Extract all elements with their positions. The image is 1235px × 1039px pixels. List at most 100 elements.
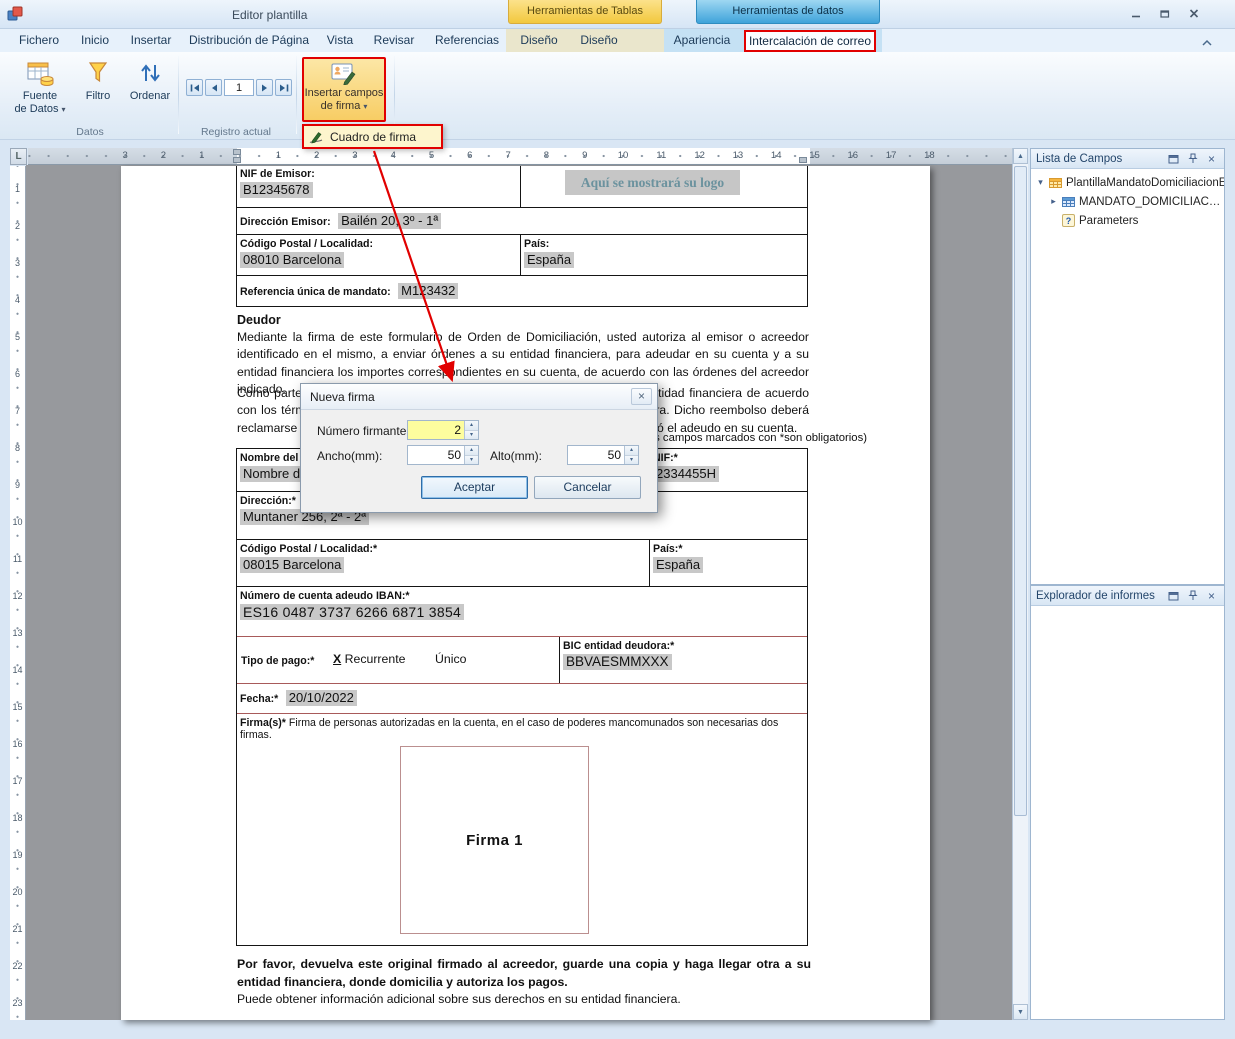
menu-item-cuadro-de-firma[interactable]: Cuadro de firma bbox=[304, 126, 441, 147]
float-panel-icon[interactable] bbox=[1166, 152, 1181, 166]
document-scrollbar[interactable]: ▲ ▼ bbox=[1012, 148, 1028, 1020]
last-record-icon[interactable] bbox=[275, 79, 292, 96]
spin-up-icon[interactable]: ▴ bbox=[465, 446, 478, 455]
pin-icon[interactable] bbox=[1185, 152, 1200, 166]
numero-firmante-input[interactable] bbox=[408, 421, 464, 439]
report-explorer-panel: Explorador de informes × bbox=[1030, 585, 1225, 1020]
cancelar-button[interactable]: Cancelar bbox=[534, 476, 641, 499]
next-record-icon[interactable] bbox=[256, 79, 273, 96]
close-panel-icon[interactable]: × bbox=[1204, 152, 1219, 166]
numero-firmante-label: Número firmante: bbox=[317, 424, 410, 438]
logo-placeholder[interactable]: Aquí se mostrará su logo bbox=[565, 170, 740, 195]
fecha-field[interactable]: 20/10/2022 bbox=[286, 690, 357, 706]
tipo-pago-unico-option[interactable]: Único bbox=[435, 652, 466, 666]
alto-input[interactable] bbox=[568, 446, 624, 464]
cp-deudor-label: Código Postal / Localidad:* bbox=[237, 540, 649, 555]
cp-emisor-field[interactable]: 08010 Barcelona bbox=[240, 252, 344, 268]
scroll-up-icon[interactable]: ▲ bbox=[1013, 148, 1028, 164]
restore-icon[interactable] bbox=[1154, 5, 1176, 22]
nif-emisor-field[interactable]: B12345678 bbox=[240, 182, 313, 198]
titlebar: Editor plantilla Herramientas de Tablas … bbox=[0, 0, 1235, 29]
dialog-close-icon[interactable]: × bbox=[631, 388, 652, 405]
ancho-label: Ancho(mm): bbox=[317, 449, 382, 463]
referencia-mandato-field[interactable]: M123432 bbox=[398, 283, 458, 299]
tab-fichero[interactable]: Fichero bbox=[16, 30, 62, 51]
tab-apariencia[interactable]: Apariencia bbox=[670, 30, 734, 51]
iban-field[interactable]: ES16 0487 3737 6266 6871 3854 bbox=[240, 604, 464, 620]
indent-marker-bottom[interactable] bbox=[233, 157, 241, 163]
group-separator bbox=[296, 56, 297, 134]
spin-down-icon[interactable]: ▾ bbox=[465, 455, 478, 465]
spin-down-icon[interactable]: ▾ bbox=[465, 430, 478, 440]
ancho-input[interactable] bbox=[408, 446, 464, 464]
dialog-titlebar[interactable]: Nueva firma × bbox=[301, 384, 657, 410]
tab-referencias[interactable]: Referencias bbox=[432, 30, 502, 51]
close-icon[interactable] bbox=[1183, 5, 1205, 22]
vertical-ruler: 1234567891011121314151617181920212223 bbox=[10, 166, 26, 1020]
record-number-input[interactable] bbox=[224, 79, 254, 96]
pais-deudor-field[interactable]: España bbox=[653, 557, 703, 573]
cp-deudor-field[interactable]: 08015 Barcelona bbox=[240, 557, 344, 573]
bic-field[interactable]: BBVAESMMXXX bbox=[563, 654, 672, 670]
tab-revisar[interactable]: Revisar bbox=[368, 30, 420, 51]
field-list-title: Lista de Campos bbox=[1036, 153, 1162, 165]
tree-item-parameters[interactable]: ? Parameters bbox=[1031, 211, 1224, 230]
fecha-label: Fecha:* bbox=[240, 693, 278, 705]
nif-emisor-label: NIF de Emisor: bbox=[237, 166, 520, 180]
signature-box[interactable]: Firma 1 bbox=[400, 746, 589, 934]
filtro-button[interactable]: Filtro bbox=[76, 56, 120, 103]
document-page[interactable]: NIF de Emisor: B12345678 Aquí se mostrar… bbox=[121, 166, 930, 1020]
close-panel-icon[interactable]: × bbox=[1204, 589, 1219, 603]
contextual-tab-group-tablas: Herramientas de Tablas bbox=[508, 0, 662, 24]
group-separator bbox=[178, 56, 179, 134]
firmas-note: Firma de personas autorizadas en la cuen… bbox=[240, 717, 778, 741]
data-source-node-icon bbox=[1049, 177, 1062, 189]
pais-emisor-field[interactable]: España bbox=[524, 252, 574, 268]
tab-inicio[interactable]: Inicio bbox=[74, 30, 116, 51]
footer-instructions: Por favor, devuelva este original firmad… bbox=[237, 956, 811, 991]
dropdown-arrow-icon: ▾ bbox=[363, 102, 367, 111]
alto-spinner: ▴ ▾ bbox=[567, 445, 639, 465]
tab-diseno-tablas[interactable]: Diseño bbox=[514, 30, 564, 51]
tree-collapsed-icon[interactable]: ▸ bbox=[1049, 196, 1058, 207]
bic-label: BIC entidad deudora:* bbox=[560, 637, 807, 652]
scroll-down-icon[interactable]: ▼ bbox=[1013, 1004, 1028, 1020]
footer-info: Puede obtener información adicional sobr… bbox=[237, 992, 811, 1006]
tab-intercalacion-de-correo[interactable]: Intercalación de correo bbox=[744, 30, 876, 52]
first-record-icon[interactable] bbox=[186, 79, 203, 96]
deudor-heading: Deudor bbox=[237, 313, 281, 327]
spin-down-icon[interactable]: ▾ bbox=[625, 455, 638, 465]
previous-record-icon[interactable] bbox=[205, 79, 222, 96]
spin-up-icon[interactable]: ▴ bbox=[465, 421, 478, 430]
scrollbar-thumb[interactable] bbox=[1014, 166, 1027, 816]
pais-deudor-label: País:* bbox=[650, 540, 807, 555]
contextual-tab-group-datos: Herramientas de datos bbox=[696, 0, 880, 24]
field-list-tree: ▾ PlantillaMandatoDomiciliacionEL ▸ bbox=[1031, 169, 1224, 230]
tree-item-template-root[interactable]: ▾ PlantillaMandatoDomiciliacionEL bbox=[1031, 173, 1224, 192]
tipo-pago-label: Tipo de pago:* bbox=[241, 655, 314, 667]
insertar-campos-de-firma-button[interactable]: Insertar campos de firma ▾ bbox=[302, 57, 386, 122]
tipo-pago-recurrente-option[interactable]: X Recurrente bbox=[333, 652, 405, 666]
nif-deudor-field[interactable]: 2334455H bbox=[653, 466, 719, 482]
tree-expanded-icon[interactable]: ▾ bbox=[1036, 177, 1045, 188]
fuente-de-datos-button[interactable]: Fuente de Datos ▾ bbox=[10, 56, 70, 116]
right-indent-marker[interactable] bbox=[799, 157, 807, 163]
tab-insertar[interactable]: Insertar bbox=[124, 30, 178, 51]
aceptar-button[interactable]: Aceptar bbox=[421, 476, 528, 499]
ordenar-button[interactable]: Ordenar bbox=[124, 56, 176, 103]
tab-vista[interactable]: Vista bbox=[320, 30, 360, 51]
tab-diseno-2[interactable]: Diseño bbox=[574, 30, 624, 51]
ancho-spinner: ▴ ▾ bbox=[407, 445, 479, 465]
minimize-icon[interactable] bbox=[1125, 5, 1147, 22]
tab-distribucion-de-pagina[interactable]: Distribución de Página bbox=[186, 30, 312, 51]
application-window: Editor plantilla Herramientas de Tablas … bbox=[0, 0, 1235, 1039]
tab-stop-selector[interactable]: L bbox=[10, 148, 27, 165]
collapse-ribbon-icon[interactable] bbox=[1201, 34, 1213, 52]
pin-icon[interactable] bbox=[1185, 589, 1200, 603]
tree-item-mandato-table[interactable]: ▸ MANDATO_DOMICILIAC… bbox=[1031, 192, 1224, 211]
direccion-emisor-field[interactable]: Bailén 20; 3º - 1ª bbox=[338, 213, 441, 229]
record-navigator bbox=[186, 79, 292, 96]
spin-up-icon[interactable]: ▴ bbox=[625, 446, 638, 455]
float-panel-icon[interactable] bbox=[1166, 589, 1181, 603]
indent-marker-top[interactable] bbox=[233, 149, 241, 155]
